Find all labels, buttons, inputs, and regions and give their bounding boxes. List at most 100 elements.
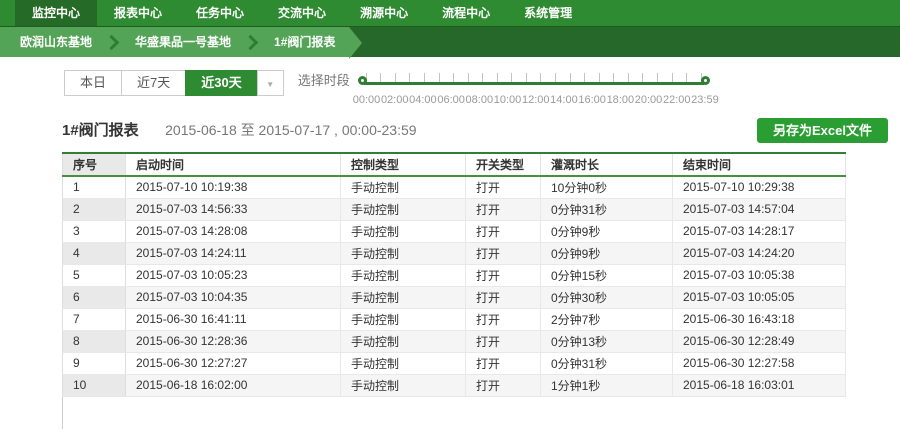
table-cell-start-time: 2015-06-30 16:41:11 (126, 308, 341, 330)
table-cell-end-time: 2015-07-03 14:57:04 (673, 198, 846, 220)
slider-tick (686, 73, 687, 82)
slider-ticks (366, 73, 702, 82)
slider-tick (555, 73, 556, 82)
range-today-button[interactable]: 本日 (64, 70, 122, 96)
column-header-control-type: 控制类型 (341, 153, 466, 176)
slider-tick-label: 22:00 (663, 94, 691, 106)
slider-tick (497, 73, 498, 82)
column-header-irrigation-duration: 灌溉时长 (541, 153, 673, 176)
table-cell-start-time: 2015-06-18 16:02:00 (126, 374, 341, 396)
slider-tick-label: 18:00 (607, 94, 635, 106)
table-cell-switch-type: 打开 (466, 352, 541, 374)
slider-tick (599, 73, 600, 82)
table-cell-start-time: 2015-06-30 12:27:27 (126, 352, 341, 374)
table-cell-seq: 1 (63, 176, 126, 198)
nav-item-exchange-center[interactable]: 交流中心 (261, 0, 343, 26)
breadcrumb-item-valve-report[interactable]: 1#阀门报表 (260, 27, 349, 57)
slider-handle-end[interactable] (701, 76, 710, 85)
table-row: 12015-07-10 10:19:38手动控制打开10分钟0秒2015-07-… (63, 176, 846, 198)
table-cell-control-type: 手动控制 (341, 352, 466, 374)
report-title-row: 1#阀门报表 2015-06-18 至 2015-07-17 , 00:00-2… (62, 118, 888, 145)
table-row: 102015-06-18 16:02:00手动控制打开1分钟1秒2015-06-… (63, 374, 846, 396)
slider-tick (613, 73, 614, 82)
nav-item-process-center[interactable]: 流程中心 (425, 0, 507, 26)
slider-tick (482, 73, 483, 82)
caret-down-icon: ▼ (266, 80, 274, 89)
slider-handle-start[interactable] (358, 76, 367, 85)
table-cell-seq: 2 (63, 198, 126, 220)
table-cell-end-time: 2015-06-30 16:43:18 (673, 308, 846, 330)
table-cell-end-time: 2015-07-03 14:28:17 (673, 220, 846, 242)
date-range-dropdown-button[interactable]: ▼ (257, 70, 284, 96)
slider-tick-label: 20:00 (635, 94, 663, 106)
table-cell-control-type: 手动控制 (341, 220, 466, 242)
table-cell-seq: 5 (63, 264, 126, 286)
table-cell-seq: 7 (63, 308, 126, 330)
slider-tick-label: 00:00 (353, 94, 381, 106)
table-cell-switch-type: 打开 (466, 198, 541, 220)
export-excel-button[interactable]: 另存为Excel文件 (757, 118, 888, 143)
table-row: 82015-06-30 12:28:36手动控制打开0分钟13秒2015-06-… (63, 330, 846, 352)
table-cell-control-type: 手动控制 (341, 242, 466, 264)
slider-tick-label: 14:00 (550, 94, 578, 106)
slider-tick (453, 73, 454, 82)
table-cell-irrigation-duration: 0分钟31秒 (541, 352, 673, 374)
table-tail-border (62, 397, 900, 429)
column-header-start-time: 启动时间 (126, 153, 341, 176)
slider-tick (642, 73, 643, 82)
nav-item-system-manage[interactable]: 系统管理 (507, 0, 589, 26)
table-cell-control-type: 手动控制 (341, 198, 466, 220)
date-filter-row: 本日 近7天 近30天 ▼ 选择时段 00:0002:0004:0006:000… (64, 70, 900, 112)
breadcrumb: 欧润山东基地华盛果品一号基地 1#阀门报表 (0, 26, 900, 57)
table-cell-start-time: 2015-07-03 10:04:35 (126, 286, 341, 308)
top-nav: 监控中心报表中心任务中心交流中心溯源中心流程中心系统管理 (0, 0, 900, 26)
table-cell-end-time: 2015-07-03 10:05:05 (673, 286, 846, 308)
breadcrumb-item-base-root[interactable]: 欧润山东基地 (6, 27, 106, 57)
table-cell-seq: 3 (63, 220, 126, 242)
slider-tick-label: 02:00 (381, 94, 409, 106)
slider-tick-label: 06:00 (437, 94, 465, 106)
slider-tick-label: 10:00 (494, 94, 522, 106)
table-head: 序号启动时间控制类型开关类型灌溉时长结束时间 (63, 153, 846, 176)
slider-tick (424, 73, 425, 82)
table-header-row: 序号启动时间控制类型开关类型灌溉时长结束时间 (63, 153, 846, 176)
table-cell-start-time: 2015-07-03 10:05:23 (126, 264, 341, 286)
table-cell-switch-type: 打开 (466, 220, 541, 242)
slider-tick (511, 73, 512, 82)
slider-tick-label: 12:00 (522, 94, 550, 106)
table-cell-irrigation-duration: 0分钟9秒 (541, 220, 673, 242)
slider-tick (395, 73, 396, 82)
valve-report-table: 序号启动时间控制类型开关类型灌溉时长结束时间 12015-07-10 10:19… (62, 152, 846, 397)
table-row: 62015-07-03 10:04:35手动控制打开0分钟30秒2015-07-… (63, 286, 846, 308)
slider-tick-label: 04:00 (409, 94, 437, 106)
slider-tick (628, 73, 629, 82)
nav-item-report-center[interactable]: 报表中心 (97, 0, 179, 26)
table-body: 12015-07-10 10:19:38手动控制打开10分钟0秒2015-07-… (63, 176, 846, 396)
time-range-slider: 00:0002:0004:0006:0008:0010:0012:0014:00… (360, 70, 708, 112)
table-row: 22015-07-03 14:56:33手动控制打开0分钟31秒2015-07-… (63, 198, 846, 220)
breadcrumb-item-base-no1[interactable]: 华盛果品一号基地 (121, 27, 245, 57)
slider-track (364, 82, 704, 85)
table-row: 92015-06-30 12:27:27手动控制打开0分钟31秒2015-06-… (63, 352, 846, 374)
table-cell-switch-type: 打开 (466, 286, 541, 308)
table-cell-seq: 8 (63, 330, 126, 352)
slider-tick-label: 16:00 (578, 94, 606, 106)
page-title: 1#阀门报表 (62, 118, 139, 144)
range-last30-button[interactable]: 近30天 (185, 70, 257, 96)
table-cell-seq: 6 (63, 286, 126, 308)
table-cell-irrigation-duration: 0分钟15秒 (541, 264, 673, 286)
date-range-button-group: 本日 近7天 近30天 ▼ (64, 70, 284, 96)
nav-item-monitor-center[interactable]: 监控中心 (15, 0, 97, 26)
table-cell-start-time: 2015-06-30 12:28:36 (126, 330, 341, 352)
slider-tick (584, 73, 585, 82)
slider-tick (409, 73, 410, 82)
table-cell-start-time: 2015-07-03 14:28:08 (126, 220, 341, 242)
nav-item-trace-center[interactable]: 溯源中心 (343, 0, 425, 26)
table-cell-switch-type: 打开 (466, 242, 541, 264)
chevron-right-icon (243, 34, 259, 50)
table-cell-end-time: 2015-07-03 14:24:20 (673, 242, 846, 264)
table-cell-irrigation-duration: 0分钟9秒 (541, 242, 673, 264)
range-last7-button[interactable]: 近7天 (121, 70, 186, 96)
slider-tick-label: 08:00 (466, 94, 494, 106)
nav-item-task-center[interactable]: 任务中心 (179, 0, 261, 26)
